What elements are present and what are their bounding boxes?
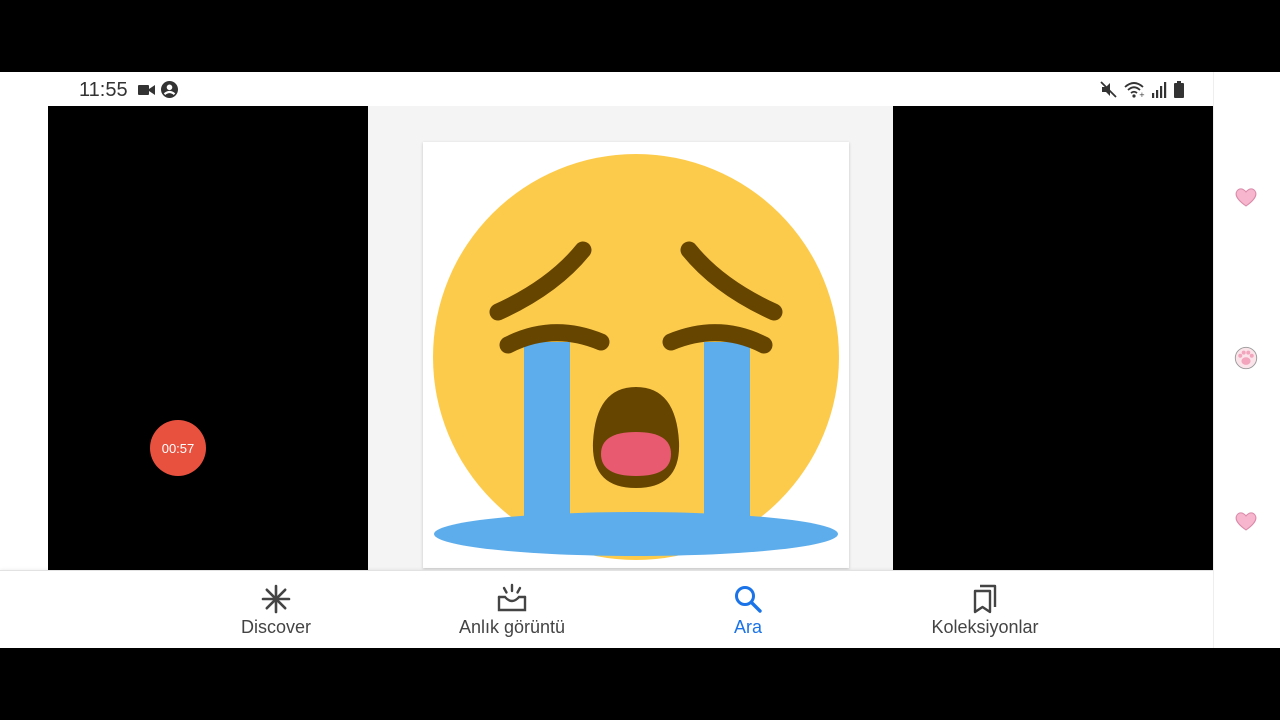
bottom-navigation: Discover Anlık görüntü Ara Koleksiyonlar (0, 570, 1213, 648)
image-panel (368, 106, 893, 570)
nav-collections-label: Koleksiyonlar (931, 616, 1039, 637)
nav-snapshot[interactable]: Anlık görüntü (447, 571, 577, 649)
cellular-signal-icon (1152, 81, 1167, 98)
status-left-icons (138, 81, 178, 98)
collections-bookmark-icon (969, 583, 1001, 615)
snapshot-tray-icon (496, 583, 528, 615)
battery-icon (1174, 81, 1184, 98)
account-circle-icon (161, 81, 178, 98)
nav-discover[interactable]: Discover (226, 571, 326, 649)
mute-icon (1100, 81, 1117, 98)
heart-icon[interactable] (1233, 508, 1259, 534)
image-viewer[interactable]: 00:57 (48, 106, 1213, 570)
nav-search[interactable]: Ara (713, 571, 783, 649)
paw-icon[interactable] (1233, 345, 1259, 371)
heart-icon[interactable] (1233, 184, 1259, 210)
nav-search-label: Ara (733, 616, 762, 637)
wifi-icon: + (1124, 81, 1145, 98)
nav-discover-label: Discover (240, 616, 311, 637)
status-right-icons: + (1100, 81, 1184, 98)
loudly-crying-face-image[interactable] (423, 142, 849, 568)
recording-timer-badge[interactable]: 00:57 (150, 420, 206, 476)
status-bar: 11:55 + (0, 72, 1213, 106)
nav-snapshot-label: Anlık görüntü (458, 616, 566, 637)
search-icon (732, 583, 764, 615)
phone-screen: 11:55 + 00:57 Discover Anlık görüntü Ara… (0, 72, 1213, 648)
video-camera-icon (138, 83, 155, 97)
nav-collections[interactable]: Koleksiyonlar (920, 571, 1050, 649)
svg-text:+: + (1139, 91, 1145, 98)
asterisk-icon (260, 583, 292, 615)
status-time: 11:55 (79, 79, 128, 101)
